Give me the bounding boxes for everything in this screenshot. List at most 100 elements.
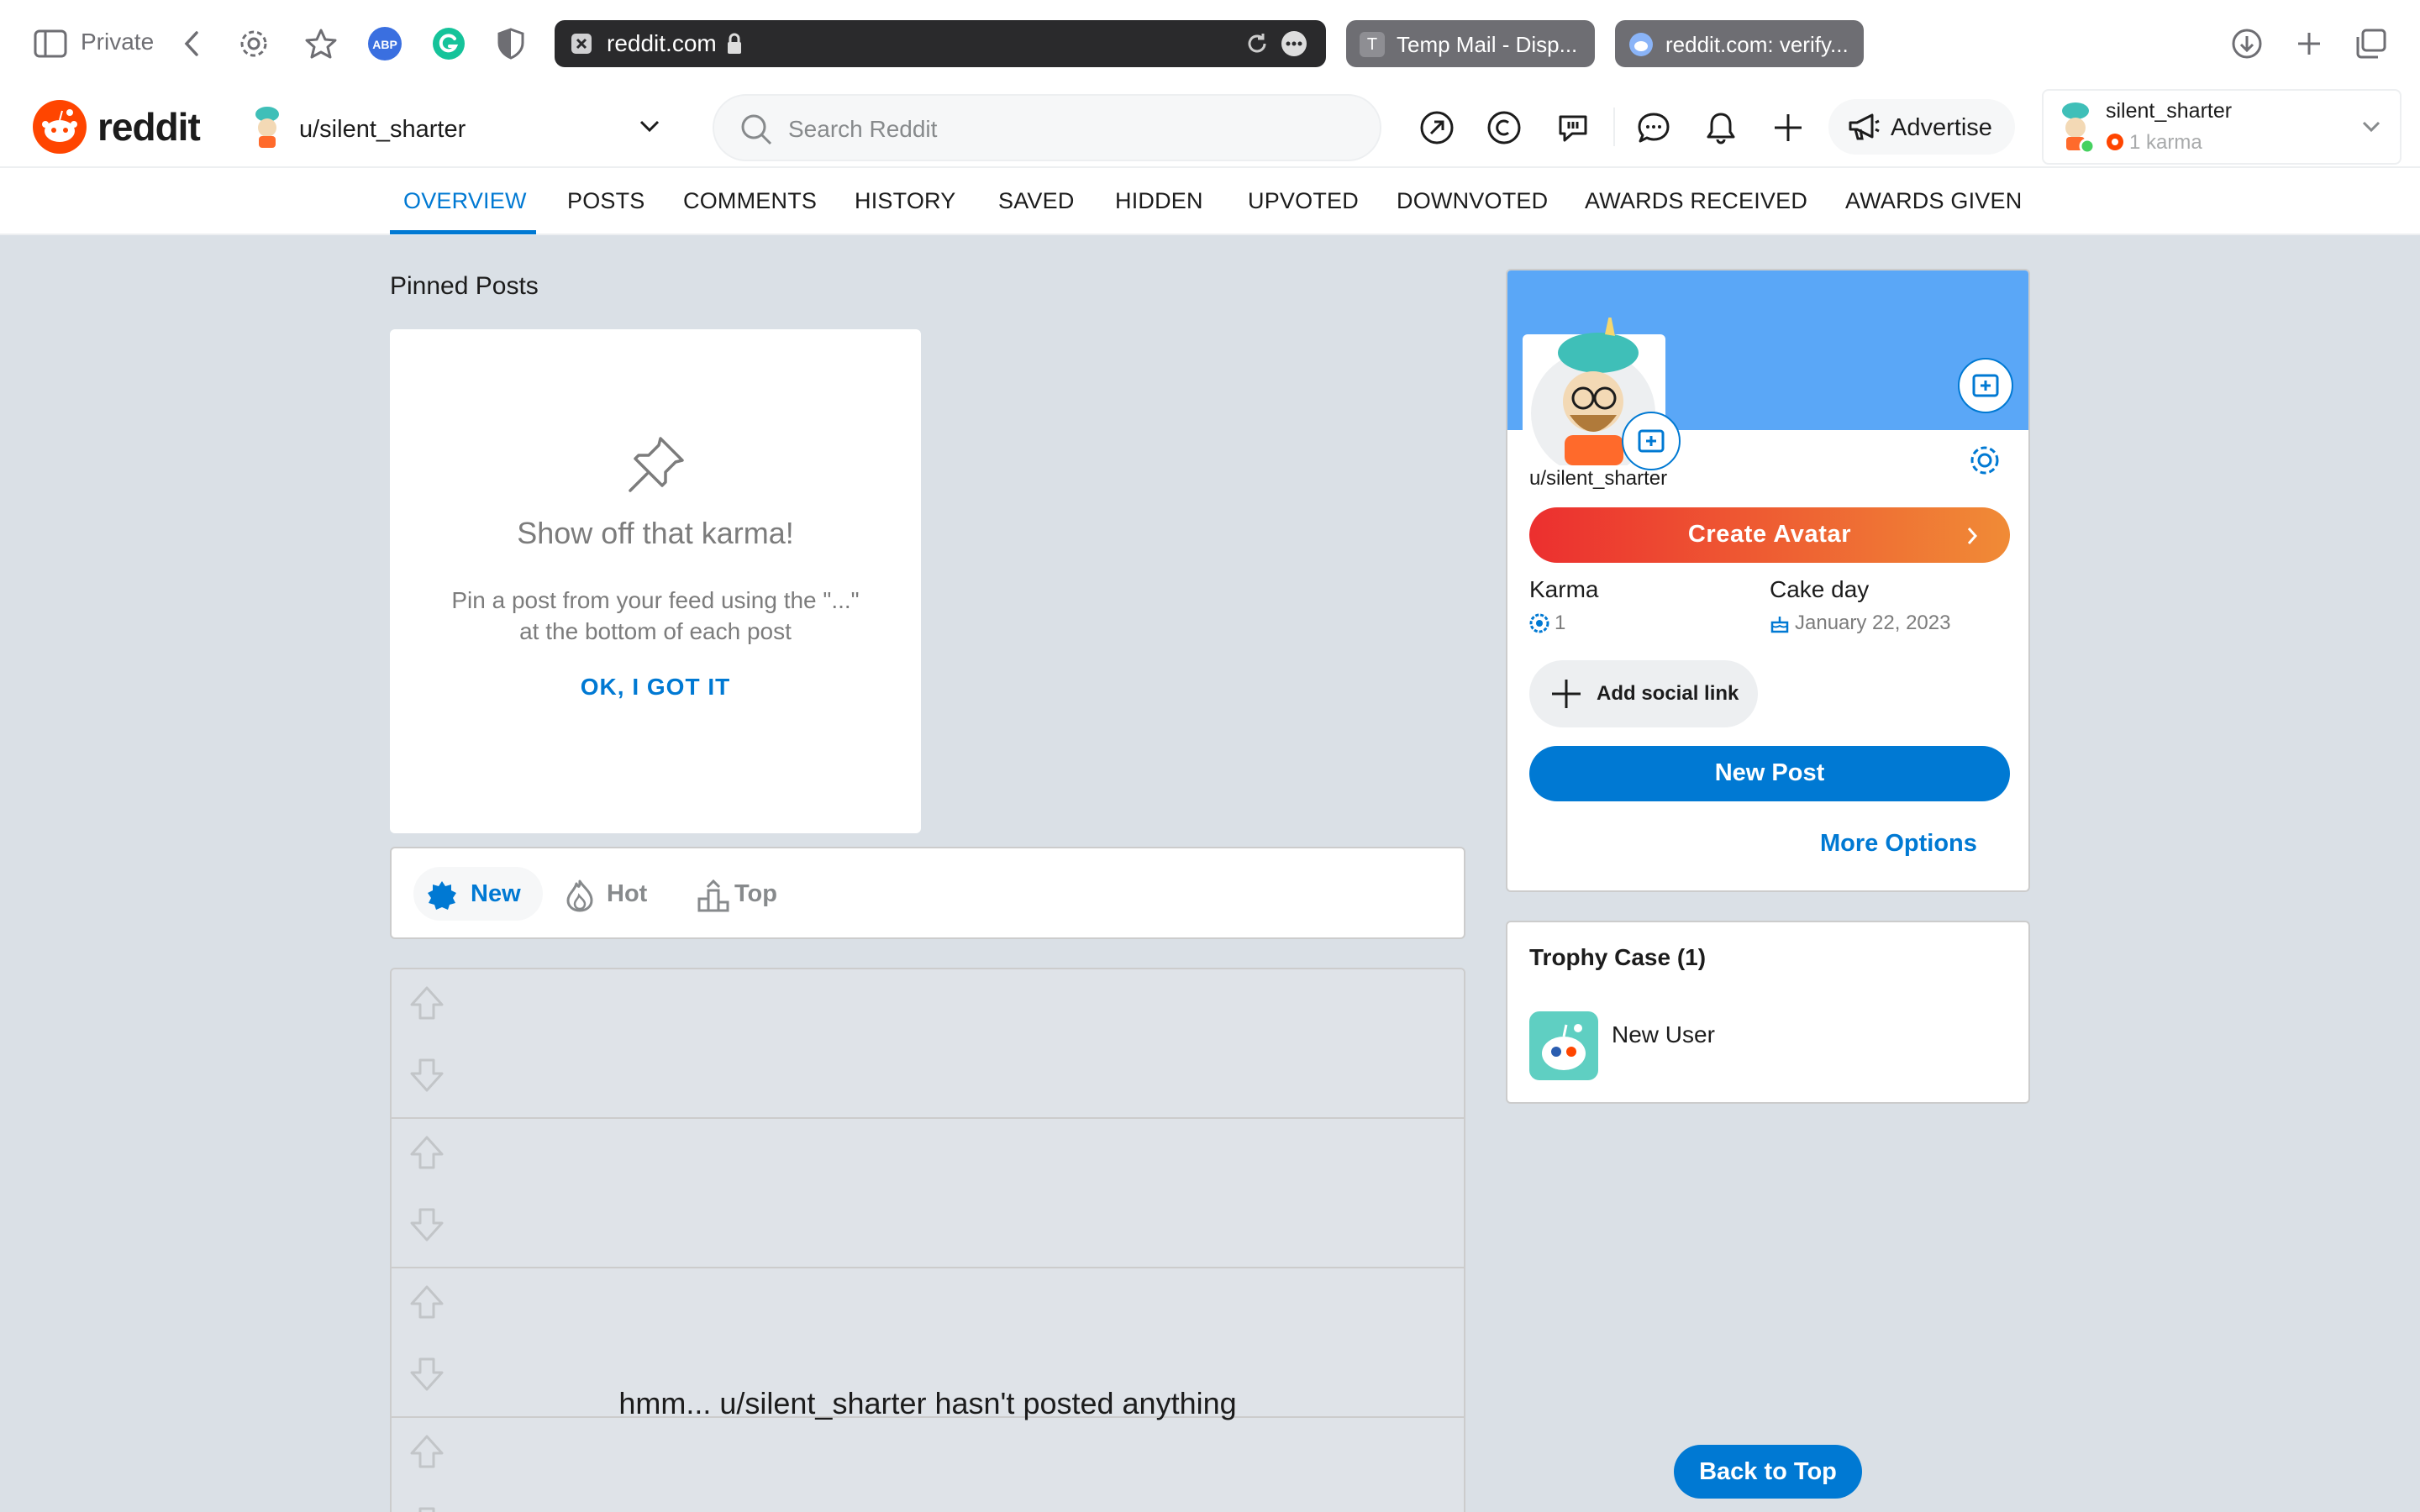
reddit-wordmark[interactable]: reddit bbox=[97, 104, 201, 150]
browser-toolbar: Private ABP reddit.com T Temp Mail - Dis… bbox=[0, 0, 2420, 87]
karma-value: 1 bbox=[1555, 612, 1566, 634]
context-username: u/silent_sharter bbox=[299, 116, 466, 143]
profile-settings-gear-icon[interactable] bbox=[1968, 444, 2002, 477]
trophy-case-title: Trophy Case (1) bbox=[1529, 944, 1707, 970]
tab-posts[interactable]: POSTS bbox=[567, 188, 645, 214]
back-to-top-button[interactable]: Back to Top bbox=[1674, 1445, 1862, 1499]
flame-icon bbox=[565, 879, 595, 912]
downvote-arrow-icon[interactable] bbox=[408, 1505, 445, 1512]
more-options-link[interactable]: More Options bbox=[1820, 830, 1977, 858]
upvote-arrow-icon[interactable] bbox=[408, 984, 445, 1021]
tab-history[interactable]: HISTORY bbox=[855, 188, 955, 214]
context-user-dropdown[interactable]: u/silent_sharter bbox=[240, 97, 677, 158]
banner-upload-icon[interactable] bbox=[1958, 358, 2013, 413]
account-menu[interactable]: silent_sharter 1 karma bbox=[2042, 89, 2402, 165]
trophy-item-label: New User bbox=[1612, 1021, 1715, 1047]
tab-awards-given[interactable]: AWARDS GIVEN bbox=[1845, 188, 2022, 214]
tab-hidden[interactable]: HIDDEN bbox=[1115, 188, 1203, 214]
create-avatar-button[interactable]: Create Avatar bbox=[1529, 507, 2010, 563]
notifications-bell-icon[interactable] bbox=[1699, 106, 1743, 150]
karma-icon bbox=[2106, 133, 2124, 151]
ok-got-it-button[interactable]: OK, I GOT IT bbox=[390, 674, 921, 701]
address-bar[interactable]: reddit.com bbox=[555, 20, 1326, 67]
karma-label: Karma bbox=[1529, 576, 1599, 602]
lock-icon bbox=[726, 32, 743, 55]
search-icon bbox=[739, 113, 773, 146]
tab-awards-received[interactable]: AWARDS RECEIVED bbox=[1585, 188, 1807, 214]
shield-extension-icon[interactable] bbox=[491, 24, 531, 64]
tab-favicon-t: T bbox=[1360, 32, 1385, 57]
profile-card: u/silent_sharter Create Avatar Karma 1 C… bbox=[1506, 269, 2030, 892]
new-user-trophy-icon bbox=[1529, 1011, 1598, 1080]
sort-top-button[interactable]: Top bbox=[686, 867, 803, 921]
sort-top-label: Top bbox=[734, 880, 777, 907]
add-social-link-button[interactable]: Add social link bbox=[1529, 660, 1758, 727]
site-favicon-icon bbox=[571, 34, 592, 54]
chevron-right-icon bbox=[1966, 526, 1978, 546]
sort-hot-button[interactable]: Hot bbox=[553, 867, 671, 921]
svg-text:ABP: ABP bbox=[372, 38, 397, 51]
grammarly-extension-icon[interactable] bbox=[429, 24, 469, 64]
account-karma: 1 karma bbox=[2129, 131, 2202, 154]
sidebar-toggle-icon[interactable] bbox=[30, 24, 71, 64]
create-post-plus-icon[interactable] bbox=[1766, 106, 1810, 150]
search-input[interactable]: Search Reddit bbox=[713, 94, 1381, 161]
pin-card-title: Show off that karma! bbox=[517, 516, 794, 550]
reddit-favicon-icon bbox=[1628, 32, 1654, 57]
browser-tab-temp-mail[interactable]: T Temp Mail - Disp... bbox=[1346, 20, 1595, 67]
advertise-button[interactable]: Advertise bbox=[1828, 99, 2015, 155]
settings-gear-icon[interactable] bbox=[234, 24, 274, 64]
create-avatar-label: Create Avatar bbox=[1687, 521, 1852, 548]
bookmark-star-icon[interactable] bbox=[301, 24, 341, 64]
tab-overview[interactable]: OVERVIEW bbox=[403, 188, 527, 214]
chat-icon[interactable] bbox=[1632, 106, 1676, 150]
tab-saved[interactable]: SAVED bbox=[998, 188, 1075, 214]
tab-overview-icon[interactable] bbox=[2351, 24, 2391, 64]
placeholder-post-row bbox=[392, 1119, 1464, 1268]
more-icon[interactable] bbox=[1281, 30, 1307, 57]
header-divider bbox=[1613, 108, 1615, 146]
downloads-icon[interactable] bbox=[2227, 24, 2267, 64]
pinned-posts-card: Show off that karma! Pin a post from you… bbox=[390, 329, 921, 833]
new-post-button[interactable]: New Post bbox=[1529, 746, 2010, 801]
back-to-top-label: Back to Top bbox=[1699, 1458, 1837, 1485]
karma-icon bbox=[1529, 613, 1549, 633]
reddit-header: reddit u/silent_sharter Search Reddit Ad… bbox=[0, 87, 2420, 168]
new-post-label: New Post bbox=[1714, 759, 1825, 786]
tab-label: reddit.com: verify... bbox=[1665, 32, 1849, 57]
live-chat-bubble-icon[interactable] bbox=[1551, 106, 1595, 150]
cake-day-label: Cake day bbox=[1770, 576, 1870, 602]
profile-tabs: OVERVIEW POSTS COMMENTS HISTORY SAVED HI… bbox=[0, 168, 2420, 235]
popular-arrow-icon[interactable] bbox=[1415, 106, 1459, 150]
empty-state-message: hmm... u/silent_sharter hasn't posted an… bbox=[618, 1386, 1237, 1420]
pin-icon bbox=[623, 433, 687, 497]
coins-icon[interactable] bbox=[1482, 106, 1526, 150]
downvote-arrow-icon[interactable] bbox=[408, 1057, 445, 1094]
tab-label: Temp Mail - Disp... bbox=[1397, 32, 1578, 57]
browser-tab-reddit-verify[interactable]: reddit.com: verify... bbox=[1615, 20, 1864, 67]
cake-day-value: January 22, 2023 bbox=[1795, 612, 1951, 634]
reddit-logo-icon[interactable] bbox=[32, 99, 87, 155]
adblock-extension-icon[interactable]: ABP bbox=[365, 24, 405, 64]
tab-comments[interactable]: COMMENTS bbox=[683, 188, 817, 214]
downvote-arrow-icon[interactable] bbox=[408, 1206, 445, 1243]
advertise-label: Advertise bbox=[1891, 114, 1992, 141]
url-text: reddit.com bbox=[607, 30, 717, 56]
profile-username: u/silent_sharter bbox=[1529, 467, 1668, 490]
pinned-posts-heading: Pinned Posts bbox=[390, 272, 539, 300]
reload-icon[interactable] bbox=[1245, 32, 1269, 55]
upvote-arrow-icon[interactable] bbox=[408, 1284, 445, 1320]
chevron-down-icon bbox=[639, 119, 660, 133]
upvote-arrow-icon[interactable] bbox=[408, 1134, 445, 1171]
sort-new-button[interactable]: New bbox=[413, 867, 543, 921]
upvote-arrow-icon[interactable] bbox=[408, 1433, 445, 1470]
tab-downvoted[interactable]: DOWNVOTED bbox=[1397, 188, 1548, 214]
sort-new-label: New bbox=[471, 880, 521, 907]
tab-upvoted[interactable]: UPVOTED bbox=[1248, 188, 1359, 214]
back-icon[interactable] bbox=[171, 24, 212, 64]
sort-hot-label: Hot bbox=[607, 880, 648, 907]
cake-icon bbox=[1770, 613, 1790, 633]
new-tab-icon[interactable] bbox=[2289, 24, 2329, 64]
avatar-upload-icon[interactable] bbox=[1622, 412, 1681, 470]
account-avatar-icon bbox=[2055, 99, 2097, 156]
